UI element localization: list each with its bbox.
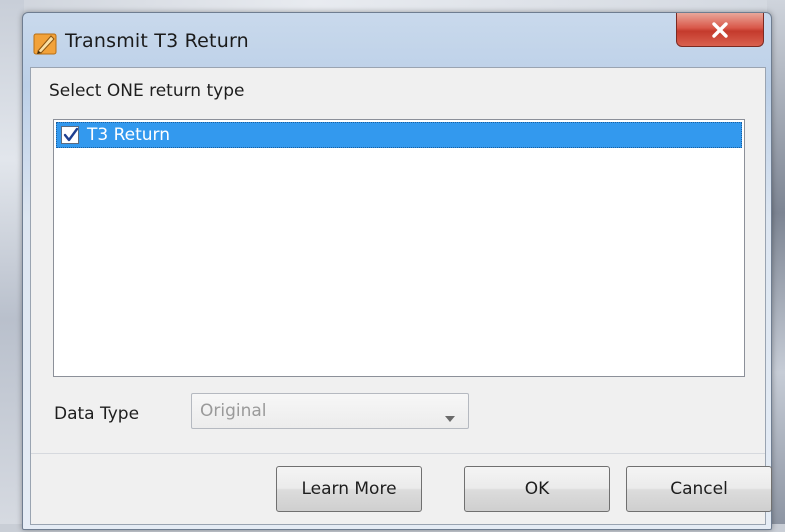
- close-button[interactable]: [676, 13, 764, 47]
- return-type-list[interactable]: T3 Return: [53, 119, 745, 377]
- title-bar[interactable]: Transmit T3 Return: [23, 13, 771, 67]
- list-item-t3-return[interactable]: T3 Return: [56, 122, 742, 148]
- background-left: [0, 0, 24, 532]
- dialog-body: Select ONE return type T3 Return Data Ty…: [30, 67, 772, 525]
- learn-more-button[interactable]: Learn More: [276, 466, 422, 512]
- close-icon: [710, 21, 730, 39]
- return-type-prompt: Select ONE return type: [49, 81, 245, 101]
- data-type-select[interactable]: Original: [191, 393, 469, 429]
- data-type-value: Original: [200, 401, 267, 421]
- window-title: Transmit T3 Return: [65, 30, 249, 52]
- data-type-label: Data Type: [54, 404, 140, 424]
- ok-button[interactable]: OK: [464, 466, 610, 512]
- transmit-dialog: Transmit T3 Return Select ONE return typ…: [22, 12, 772, 530]
- t3-return-checkbox[interactable]: [61, 126, 79, 144]
- footer-divider: [31, 453, 765, 454]
- list-item-label: T3 Return: [87, 125, 171, 145]
- app-icon: [33, 31, 59, 57]
- cancel-button[interactable]: Cancel: [626, 466, 772, 512]
- chevron-down-icon: [444, 408, 456, 427]
